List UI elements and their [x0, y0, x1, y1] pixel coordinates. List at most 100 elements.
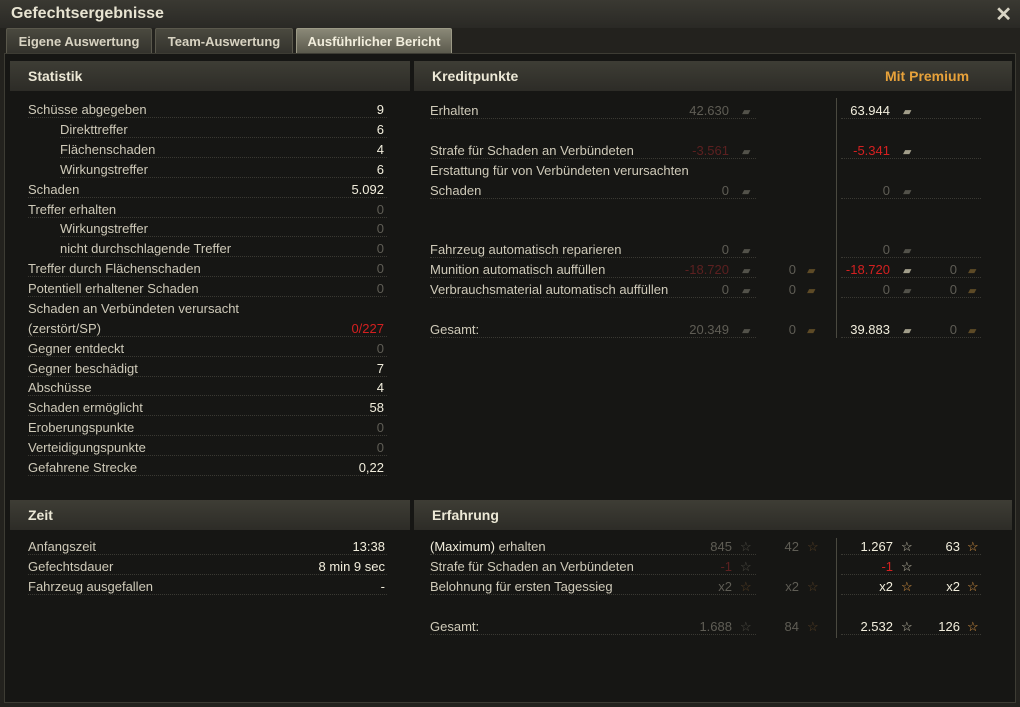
free-experience-star-icon: ☆: [807, 539, 819, 554]
erfahrung-prem-xp: x2: [879, 579, 893, 594]
kreditpunkte-row-label: Gesamt:: [430, 322, 480, 337]
kreditpunkte-std-credits: 0: [721, 242, 729, 257]
kreditpunkte-std-gold: 0: [788, 262, 796, 277]
dotted-leader: [430, 118, 756, 119]
statistik-row-value: 0: [376, 440, 384, 455]
kreditpunkte-std-credits: 0: [721, 282, 729, 297]
kreditpunkte-prem-credits: 63.944: [850, 103, 890, 118]
experience-star-icon: ☆: [740, 619, 752, 634]
kreditpunkte-std-credits: 20.349: [689, 322, 729, 337]
gold-coin-icon: ▰: [968, 285, 977, 297]
erfahrung-std-free: x2: [785, 579, 799, 594]
statistik-row-value: 0: [376, 420, 384, 435]
erfahrung-row-label: (Maximum) erhalten: [430, 539, 546, 554]
statistik-row-label: Schaden an Verbündeten verursacht: [28, 301, 240, 316]
kreditpunkte-std-credits: 42.630: [689, 103, 729, 118]
kreditpunkte-prem-credits: -18.720: [845, 262, 890, 277]
statistik-row-label: Schaden: [28, 182, 80, 197]
kreditpunkte-std-gold: 0: [788, 282, 796, 297]
dotted-leader: [841, 158, 981, 159]
erfahrung-prem-xp: 2.532: [860, 619, 893, 634]
zeit-row-label: Gefechtsdauer: [28, 559, 114, 574]
erfahrung-header: Erfahrung: [414, 500, 1012, 530]
statistik-row-label: Eroberungspunkte: [28, 420, 135, 435]
credit-coin-icon: ▰: [903, 245, 912, 257]
statistik-row-value: 6: [376, 122, 384, 137]
gold-coin-icon: ▰: [968, 265, 977, 277]
statistik-row-value: 0: [376, 261, 384, 276]
statistik-row-label: Direkttreffer: [60, 122, 128, 137]
tab-team-auswertung[interactable]: Team-Auswertung: [155, 28, 293, 53]
erfahrung-prem-free: 126: [938, 619, 960, 634]
erfahrung-title: Erfahrung: [432, 507, 499, 523]
dotted-leader: [841, 198, 981, 199]
title-bar: Gefechtsergebnisse ✕: [0, 0, 1020, 28]
dotted-leader: [430, 277, 756, 278]
credit-coin-icon: ▰: [903, 146, 912, 158]
dotted-leader: [28, 455, 387, 456]
dotted-leader: [28, 554, 387, 555]
free-experience-star-icon: ☆: [967, 539, 979, 554]
dotted-leader: [28, 336, 387, 337]
zeit-header: Zeit: [10, 500, 410, 530]
statistik-row-label: Verteidigungspunkte: [28, 440, 146, 455]
premium-label: Mit Premium: [885, 68, 970, 84]
kreditpunkte-std-credits: 0: [721, 183, 729, 198]
zeit-row-value: -: [380, 579, 385, 594]
dotted-leader: [430, 198, 756, 199]
experience-star-icon: ☆: [901, 619, 913, 634]
statistik-row-value: 4: [376, 142, 384, 157]
tab-eigene-auswertung[interactable]: Eigene Auswertung: [6, 28, 152, 53]
erfahrung-std-xp: -1: [720, 559, 732, 574]
dotted-leader: [28, 574, 387, 575]
premium-column-divider: [836, 98, 837, 338]
experience-star-icon: ☆: [740, 559, 752, 574]
kreditpunkte-title: Kreditpunkte: [432, 68, 519, 84]
kreditpunkte-std-credits: -3.561: [692, 143, 729, 158]
credit-coin-icon: ▰: [903, 106, 912, 118]
experience-star-icon: ☆: [740, 579, 752, 594]
close-icon[interactable]: ✕: [995, 2, 1012, 27]
statistik-row-label: Potentiell erhaltener Schaden: [28, 281, 199, 296]
gold-coin-icon: ▰: [807, 325, 816, 337]
zeit-row-value: 13:38: [352, 539, 385, 554]
dotted-leader: [28, 296, 387, 297]
kreditpunkte-prem-credits: -5.341: [853, 143, 890, 158]
kreditpunkte-row-label: Schaden: [430, 183, 482, 198]
zeit-row-value: 8 min 9 sec: [318, 559, 385, 574]
statistik-title: Statistik: [28, 68, 83, 84]
statistik-row-label: Wirkungstreffer: [60, 221, 148, 236]
statistik-row-label: nicht durchschlagende Treffer: [60, 241, 232, 256]
statistik-row-value: 6: [376, 162, 384, 177]
dotted-leader: [60, 157, 387, 158]
statistik-row-label: Wirkungstreffer: [60, 162, 148, 177]
kreditpunkte-row-label: Erstattung für von Verbündeten verursach…: [430, 163, 689, 178]
erfahrung-std-xp: 845: [710, 539, 732, 554]
credit-coin-icon: ▰: [903, 285, 912, 297]
kreditpunkte-prem-credits: 39.883: [850, 322, 890, 337]
credit-coin-icon: ▰: [742, 265, 751, 277]
credit-coin-icon: ▰: [742, 106, 751, 118]
dotted-leader: [430, 574, 756, 575]
erfahrung-std-free: 42: [784, 539, 799, 554]
dotted-leader: [28, 415, 387, 416]
dotted-leader: [28, 217, 387, 218]
statistik-row-value: 0: [376, 341, 384, 356]
dotted-leader: [430, 634, 756, 635]
statistik-row-value: 58: [369, 400, 384, 415]
gold-coin-icon: ▰: [968, 325, 977, 337]
kreditpunkte-prem-gold: 0: [949, 262, 957, 277]
dotted-leader: [430, 158, 756, 159]
kreditpunkte-prem-gold: 0: [949, 282, 957, 297]
statistik-row-label: Gefahrene Strecke: [28, 460, 138, 475]
dotted-leader: [430, 594, 756, 595]
kreditpunkte-std-credits: -18.720: [684, 262, 729, 277]
kreditpunkte-row-label: Verbrauchsmaterial automatisch auffüllen: [430, 282, 669, 297]
dotted-leader: [841, 118, 981, 119]
experience-star-icon: ☆: [901, 579, 913, 594]
statistik-row-label: Schaden ermöglicht: [28, 400, 143, 415]
free-experience-star-icon: ☆: [967, 619, 979, 634]
tab-ausfuehrlicher-bericht[interactable]: Ausführlicher Bericht: [296, 28, 452, 53]
erfahrung-prem-free: x2: [946, 579, 960, 594]
zeit-title: Zeit: [28, 507, 53, 523]
